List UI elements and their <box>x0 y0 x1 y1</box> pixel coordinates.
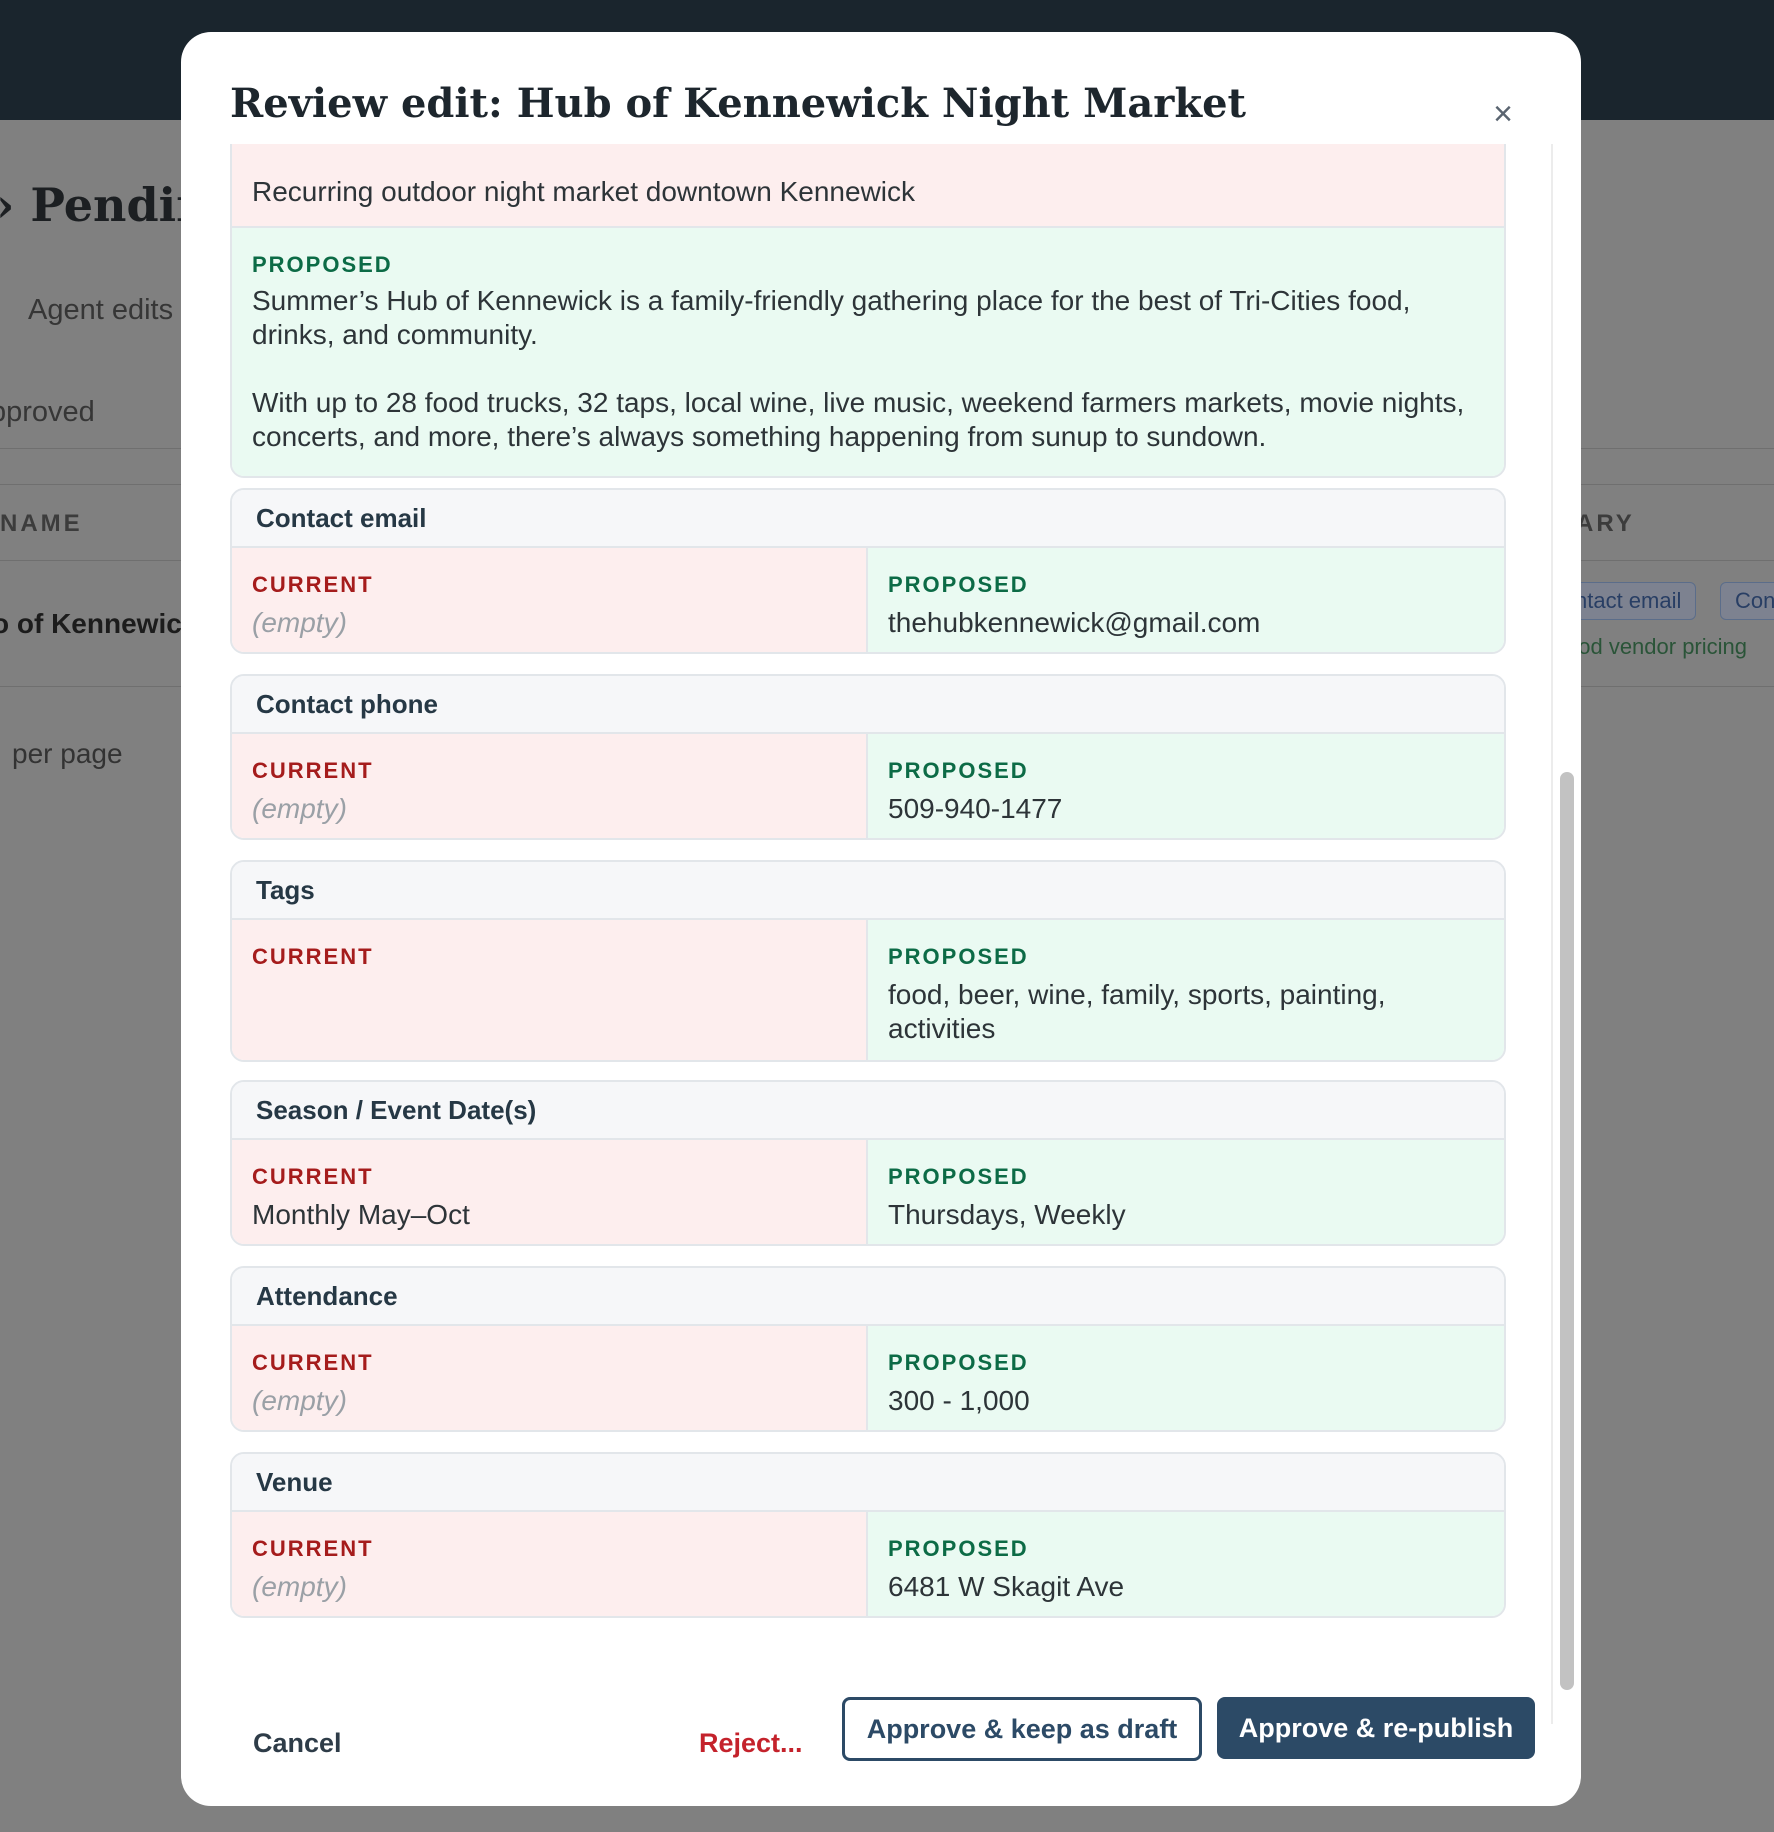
proposed-value: 6481 W Skagit Ave <box>888 1571 1125 1602</box>
proposed-value: With up to 28 food trucks, 32 taps, loca… <box>252 387 1465 452</box>
proposed-column: PROPOSED thehubkennewick@gmail.com <box>868 548 1504 652</box>
current-column: CURRENT (empty) <box>232 1326 868 1430</box>
proposed-value: 300 - 1,000 <box>888 1385 1030 1416</box>
proposed-column: PROPOSED 509-940-1477 <box>868 734 1504 838</box>
current-label: CURRENT <box>252 1536 374 1561</box>
approve-republish-button[interactable]: Approve & re-publish <box>1217 1697 1535 1759</box>
column-header-name: NAME <box>0 510 83 537</box>
field-card-contact-email: Contact email CURRENT (empty) PROPOSED t… <box>230 488 1506 654</box>
field-card-tags: Tags CURRENT PROPOSED food, beer, wine, … <box>230 860 1506 1062</box>
scrollbar-thumb[interactable] <box>1560 772 1574 1690</box>
proposed-value: thehubkennewick@gmail.com <box>888 607 1261 638</box>
summary-chip: ood vendor pricing <box>1566 634 1748 659</box>
proposed-value: food, beer, wine, family, sports, painti… <box>888 979 1386 1044</box>
column-header-summary: ARY <box>1576 510 1635 537</box>
current-column: CURRENT (empty) <box>232 734 868 838</box>
close-icon[interactable]: × <box>1485 96 1521 132</box>
current-value: (empty) <box>252 1571 347 1602</box>
proposed-column: PROPOSED 6481 W Skagit Ave <box>868 1512 1504 1616</box>
proposed-value: 509-940-1477 <box>888 793 1063 824</box>
current-label: CURRENT <box>252 944 374 969</box>
current-label: CURRENT <box>252 758 374 783</box>
scrollbar-track <box>1551 144 1553 1724</box>
field-name: Contact phone <box>232 676 1504 734</box>
review-edit-modal: Review edit: Hub of Kennewick Night Mark… <box>181 32 1581 1806</box>
current-label: CURRENT <box>252 572 374 597</box>
field-card-contact-phone: Contact phone CURRENT (empty) PROPOSED 5… <box>230 674 1506 840</box>
current-column: CURRENT (empty) <box>232 548 868 652</box>
field-name: Attendance <box>232 1268 1504 1326</box>
field-name: Contact email <box>232 490 1504 548</box>
proposed-label: PROPOSED <box>888 1536 1029 1561</box>
proposed-label: PROPOSED <box>888 944 1029 969</box>
current-column: Recurring outdoor night market downtown … <box>232 144 1504 228</box>
filter-approved[interactable]: pproved <box>0 396 95 429</box>
field-card-venue: Venue CURRENT (empty) PROPOSED 6481 W Sk… <box>230 1452 1506 1618</box>
current-column: CURRENT (empty) <box>232 1512 868 1616</box>
table-row-name[interactable]: o of Kennewick <box>0 608 197 640</box>
proposed-column: PROPOSED Thursdays, Weekly <box>868 1140 1504 1244</box>
approve-keep-draft-button[interactable]: Approve & keep as draft <box>842 1697 1202 1761</box>
page-title: › Pendin <box>0 178 210 232</box>
per-page-label: per page <box>12 738 123 769</box>
current-label: CURRENT <box>252 1164 374 1189</box>
current-label: CURRENT <box>252 1350 374 1375</box>
field-card-description: Recurring outdoor night market downtown … <box>230 144 1506 478</box>
current-value: (empty) <box>252 1385 347 1416</box>
proposed-column: PROPOSED 300 - 1,000 <box>868 1326 1504 1430</box>
proposed-value: Thursdays, Weekly <box>888 1199 1126 1230</box>
field-name: Season / Event Date(s) <box>232 1082 1504 1140</box>
modal-scroll-area[interactable]: Recurring outdoor night market downtown … <box>181 144 1551 1724</box>
field-card-season: Season / Event Date(s) CURRENT Monthly M… <box>230 1080 1506 1246</box>
proposed-label: PROPOSED <box>888 1350 1029 1375</box>
proposed-label: PROPOSED <box>888 1164 1029 1189</box>
current-value: Monthly May–Oct <box>252 1199 470 1230</box>
current-value: (empty) <box>252 607 347 638</box>
proposed-label: PROPOSED <box>252 252 393 277</box>
proposed-column: PROPOSED food, beer, wine, family, sport… <box>868 920 1504 1060</box>
field-name: Venue <box>232 1454 1504 1512</box>
proposed-label: PROPOSED <box>888 758 1029 783</box>
reject-button[interactable]: Reject... <box>699 1728 803 1759</box>
cancel-button[interactable]: Cancel <box>253 1728 342 1759</box>
current-column: CURRENT <box>232 920 868 1060</box>
summary-chip: Con <box>1720 582 1774 620</box>
field-name: Tags <box>232 862 1504 920</box>
proposed-value: Summer’s Hub of Kennewick is a family-fr… <box>252 285 1411 350</box>
proposed-column: PROPOSED Summer’s Hub of Kennewick is a … <box>232 228 1504 476</box>
current-value: (empty) <box>252 793 347 824</box>
modal-title: Review edit: Hub of Kennewick Night Mark… <box>230 80 1246 127</box>
current-column: CURRENT Monthly May–Oct <box>232 1140 868 1244</box>
current-value: Recurring outdoor night market downtown … <box>252 176 916 207</box>
proposed-label: PROPOSED <box>888 572 1029 597</box>
field-card-attendance: Attendance CURRENT (empty) PROPOSED 300 … <box>230 1266 1506 1432</box>
tab-agent-edits[interactable]: Agent edits <box>28 294 173 327</box>
